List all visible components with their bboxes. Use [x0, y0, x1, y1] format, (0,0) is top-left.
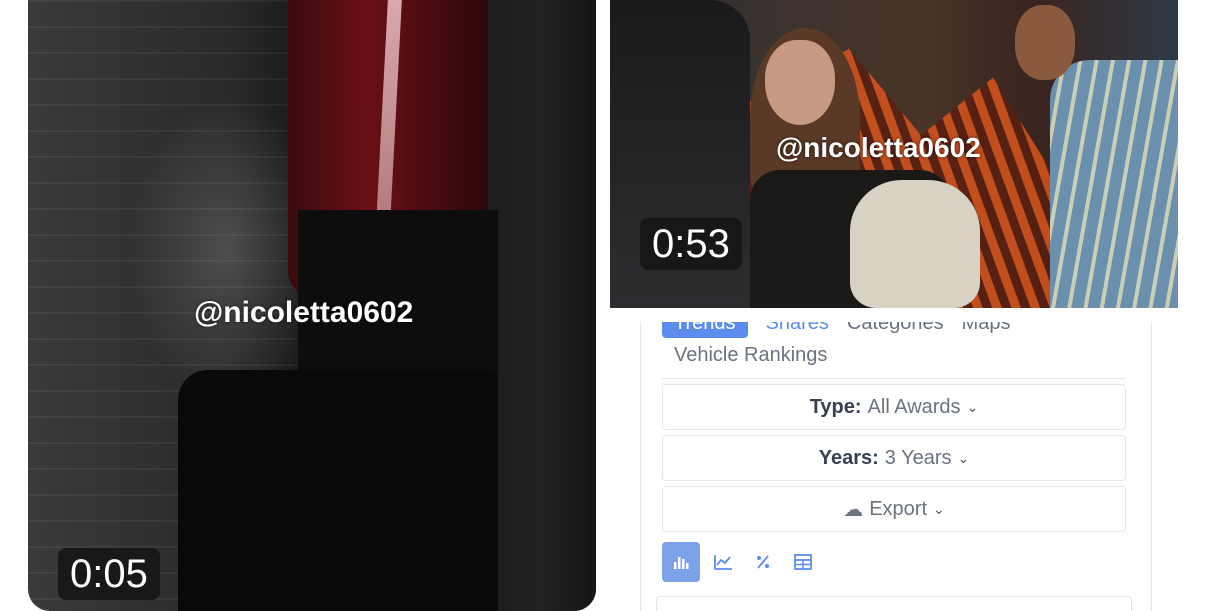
- chevron-down-icon: ⌄: [966, 398, 979, 415]
- tab-trends[interactable]: Trends: [662, 322, 748, 338]
- chart-area-top: [656, 596, 1132, 611]
- video-watermark: @nicoletta0602: [776, 132, 981, 163]
- line-chart-view-button[interactable]: [704, 542, 742, 582]
- boy-face: [1015, 5, 1075, 80]
- video-duration: 0:53: [640, 218, 742, 270]
- tab-categories[interactable]: Categories: [847, 322, 944, 338]
- years-filter-dropdown[interactable]: Years: 3 Years ⌄: [662, 435, 1126, 481]
- years-filter-label: Years:: [818, 446, 879, 469]
- analytics-panel: Trends Shares Categories Maps Vehicle Ranki…: [610, 322, 1178, 611]
- tab-maps[interactable]: Maps: [962, 322, 1011, 338]
- years-filter-value: 3 Years: [884, 446, 952, 469]
- type-filter-value: All Awards: [867, 395, 961, 418]
- table-view-button[interactable]: [784, 542, 822, 582]
- cloud-download-icon: ☁: [843, 498, 864, 521]
- chevron-down-icon: ⌄: [933, 500, 945, 517]
- floor-shadow: [178, 370, 498, 611]
- video-watermark: @nicoletta0602: [194, 296, 414, 329]
- towel: [850, 180, 980, 308]
- export-label: Export: [869, 497, 928, 520]
- percent-icon: [757, 555, 769, 569]
- percent-view-button[interactable]: [744, 542, 782, 582]
- tab-vehicle-rankings[interactable]: Vehicle Rankings: [674, 344, 827, 367]
- video-thumbnail-left[interactable]: @nicoletta0602 0:05: [28, 0, 596, 611]
- line-chart-icon: [714, 555, 732, 570]
- chevron-down-icon: ⌄: [957, 449, 970, 466]
- bar-chart-icon: [674, 557, 689, 569]
- export-dropdown[interactable]: ☁ Export ⌄: [662, 486, 1126, 532]
- type-filter-dropdown[interactable]: Type: All Awards ⌄: [662, 384, 1126, 430]
- tab-shares[interactable]: Shares: [766, 322, 829, 338]
- video-duration: 0:05: [58, 548, 160, 600]
- bar-chart-view-button[interactable]: [662, 542, 700, 582]
- type-filter-label: Type:: [809, 395, 862, 418]
- table-icon: [794, 554, 812, 570]
- tab-bar: Trends Shares Categories Maps: [662, 322, 1029, 338]
- video-thumbnail-right[interactable]: @nicoletta0602 0:53: [610, 0, 1178, 308]
- striped-shirt: [1050, 60, 1178, 308]
- tab-divider: [662, 378, 1126, 379]
- woman-face: [765, 40, 835, 125]
